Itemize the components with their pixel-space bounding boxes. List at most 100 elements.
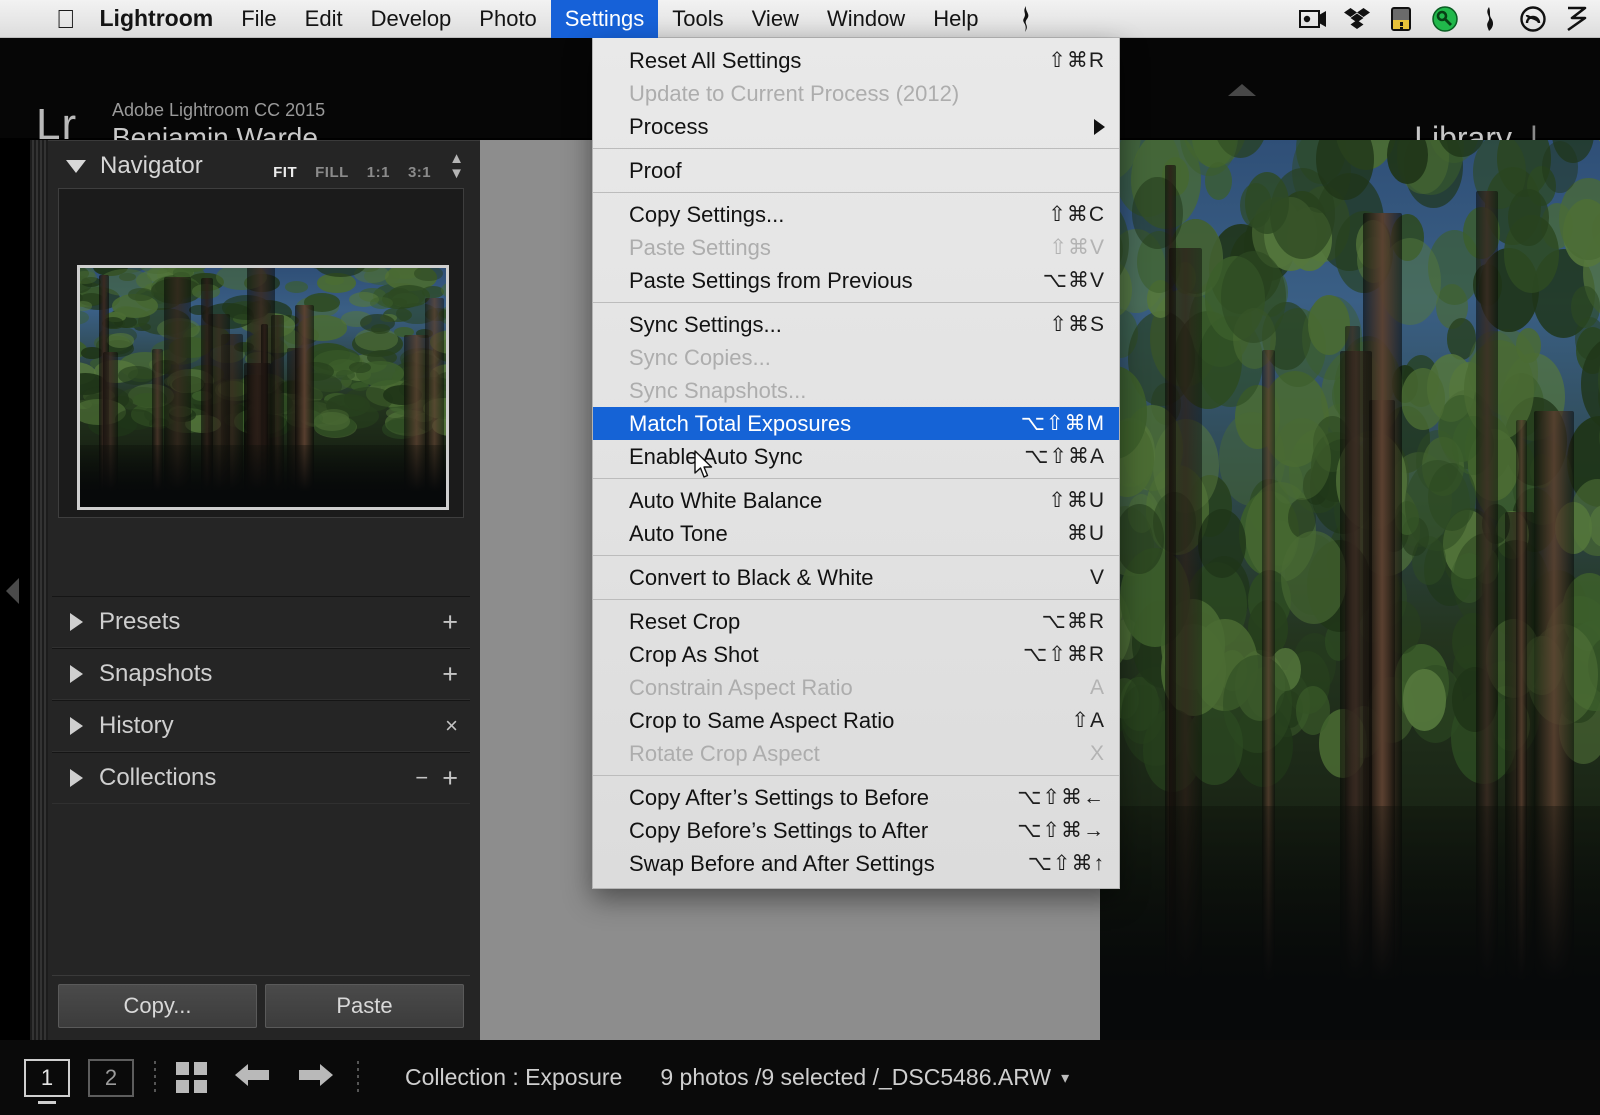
menubar-item-edit[interactable]: Edit	[291, 0, 357, 38]
menu-item-reset-crop[interactable]: Reset Crop ⌥⌘R	[593, 605, 1119, 638]
menu-item-shortcut: ⇧⌘S	[1049, 313, 1105, 336]
next-arrow-icon[interactable]	[297, 1060, 335, 1095]
copy-button[interactable]: Copy...	[58, 984, 257, 1028]
apple-logo-icon[interactable]: 	[56, 6, 76, 32]
zoom-option-3-1[interactable]: 3:1	[408, 164, 431, 181]
menu-item-shortcut: ⌥⇧⌘R	[1023, 643, 1105, 666]
menubar-item-develop[interactable]: Develop	[357, 0, 466, 38]
menu-item-reset-all-settings[interactable]: Reset All Settings ⇧⌘R	[593, 44, 1119, 77]
menubar-label: View	[732, 5, 799, 31]
panel-label: History	[99, 712, 174, 739]
menu-item-label: Auto White Balance	[629, 487, 823, 513]
navigator-thumbnail[interactable]	[77, 265, 449, 510]
flame-icon[interactable]	[1474, 4, 1504, 34]
panel-label: Presets	[99, 608, 181, 635]
menubar-item-file[interactable]: File	[227, 0, 290, 38]
screen-one-button[interactable]: 1	[24, 1058, 70, 1097]
menu-item-match-total-exposures[interactable]: Match Total Exposures ⌥⇧⌘M	[593, 407, 1119, 440]
chevron-right-icon[interactable]	[70, 665, 83, 683]
battery-warning-icon[interactable]	[1386, 4, 1416, 34]
menu-item-crop-to-same-aspect-ratio[interactable]: Crop to Same Aspect Ratio ⇧A	[593, 704, 1119, 737]
menu-item-shortcut: ⇧A	[1071, 709, 1105, 732]
zoom-option-1-1[interactable]: 1:1	[367, 164, 390, 181]
menubar-label: Help	[913, 5, 978, 31]
mouse-cursor	[694, 450, 716, 480]
menubar-status-icons	[1298, 4, 1600, 34]
menu-item-auto-tone[interactable]: Auto Tone ⌘U	[593, 517, 1119, 550]
zoom-option-fill[interactable]: FILL	[315, 164, 349, 181]
menu-item-convert-to-black-and-white[interactable]: Convert to Black & White V	[593, 561, 1119, 594]
panel-row-snapshots[interactable]: Snapshots +	[52, 648, 470, 700]
menu-item-shortcut: ⇧⌘R	[1048, 49, 1105, 72]
creative-cloud-icon[interactable]	[1518, 4, 1548, 34]
chevron-right-icon[interactable]	[70, 613, 83, 631]
menubar-item-window[interactable]: Window	[813, 0, 919, 38]
main-photo[interactable]	[1100, 140, 1600, 1040]
product-name: Adobe Lightroom CC 2015	[112, 100, 326, 120]
menu-item-enable-auto-sync[interactable]: Enable Auto Sync ⌥⇧⌘A	[593, 440, 1119, 473]
menu-item-label: Convert to Black & White	[629, 564, 874, 590]
chevron-right-icon[interactable]	[70, 769, 83, 787]
chevron-down-icon[interactable]: ▾	[1061, 1068, 1069, 1088]
menu-item-crop-as-shot[interactable]: Crop As Shot ⌥⇧⌘R	[593, 638, 1119, 671]
menu-separator	[593, 148, 1119, 149]
paste-button[interactable]: Paste	[265, 984, 464, 1028]
panel-row-history[interactable]: History ×	[52, 700, 470, 752]
remove-collection-button[interactable]: −	[415, 766, 428, 790]
clear-history-button[interactable]: ×	[445, 714, 458, 738]
menu-separator	[593, 599, 1119, 600]
grid-view-icon[interactable]	[176, 1062, 207, 1093]
menubar-item-settings[interactable]: Settings	[545, 0, 659, 38]
panel-row-presets[interactable]: Presets +	[52, 596, 470, 648]
chevron-right-icon[interactable]	[70, 717, 83, 735]
panel-row-collections[interactable]: Collections − +	[52, 752, 470, 804]
chevron-up-icon[interactable]	[1228, 84, 1256, 96]
zed-icon[interactable]	[1562, 4, 1592, 34]
menubar-item-view[interactable]: View	[738, 0, 813, 38]
chevron-down-icon[interactable]	[66, 159, 86, 173]
screen-recorder-icon[interactable]	[1298, 4, 1328, 34]
panel-actions: ×	[445, 714, 470, 738]
menu-item-label: Reset Crop	[629, 608, 741, 634]
add-snapshot-button[interactable]: +	[442, 661, 458, 688]
menubar-label: Settings	[545, 5, 645, 31]
flame-glyph-icon[interactable]	[1010, 4, 1040, 34]
menu-item-label: Paste Settings	[629, 234, 771, 260]
menu-item-shortcut: ⌥⇧⌘M	[1020, 412, 1105, 435]
menu-item-copy-settings[interactable]: Copy Settings... ⇧⌘C	[593, 198, 1119, 231]
menu-item-auto-white-balance[interactable]: Auto White Balance ⇧⌘U	[593, 484, 1119, 517]
green-key-icon[interactable]	[1430, 4, 1460, 34]
menu-item-shortcut: X	[1089, 741, 1105, 765]
zoom-option-fit[interactable]: FIT	[273, 164, 297, 181]
collection-label: Collection : Exposure	[405, 1064, 623, 1090]
menubar-item-help[interactable]: Help	[919, 0, 992, 38]
menu-item-sync-settings[interactable]: Sync Settings... ⇧⌘S	[593, 308, 1119, 341]
dropbox-icon[interactable]	[1342, 4, 1372, 34]
menu-item-copy-afters-settings-to-before[interactable]: Copy After’s Settings to Before ⌥⇧⌘←	[593, 781, 1119, 814]
menu-item-process[interactable]: Process	[593, 110, 1119, 143]
menu-item-copy-befores-settings-to-after[interactable]: Copy Before’s Settings to After ⌥⇧⌘→	[593, 814, 1119, 847]
add-preset-button[interactable]: +	[442, 609, 458, 636]
menubar-item-tools[interactable]: Tools	[658, 0, 737, 38]
status-bar: 1 2 Collection : Exposure 9 photos /9 se…	[0, 1040, 1600, 1115]
previous-arrow-icon[interactable]	[233, 1060, 271, 1095]
panel-actions: +	[442, 661, 470, 688]
navigator-preview	[58, 188, 464, 518]
menu-item-paste-settings-from-previous[interactable]: Paste Settings from Previous ⌥⌘V	[593, 264, 1119, 297]
menu-item-shortcut: ⌥⇧⌘A	[1024, 445, 1105, 468]
menu-item-proof[interactable]: Proof	[593, 154, 1119, 187]
add-collection-button[interactable]: +	[442, 765, 458, 792]
menubar-label: Photo	[459, 5, 537, 31]
menu-item-shortcut: ⌥⇧⌘←	[1017, 786, 1105, 809]
menu-item-update-to-current-process: Update to Current Process (2012)	[593, 77, 1119, 110]
navigator-header[interactable]: Navigator FIT FILL 1:1 3:1 ▲ ▼	[52, 148, 470, 184]
menubar-item-lightroom[interactable]: Lightroom	[76, 0, 228, 38]
up-down-stepper-icon[interactable]: ▲ ▼	[449, 151, 464, 181]
panel-resize-grip[interactable]	[30, 140, 48, 1040]
menubar-item-photo[interactable]: Photo	[465, 0, 551, 38]
panel-collapse-arrow-icon[interactable]	[6, 578, 19, 604]
menu-item-label: Constrain Aspect Ratio	[629, 674, 853, 700]
menu-item-label: Match Total Exposures	[629, 410, 852, 436]
screen-two-button[interactable]: 2	[88, 1058, 134, 1097]
menu-item-swap-before-and-after-settings[interactable]: Swap Before and After Settings ⌥⇧⌘↑	[593, 847, 1119, 880]
